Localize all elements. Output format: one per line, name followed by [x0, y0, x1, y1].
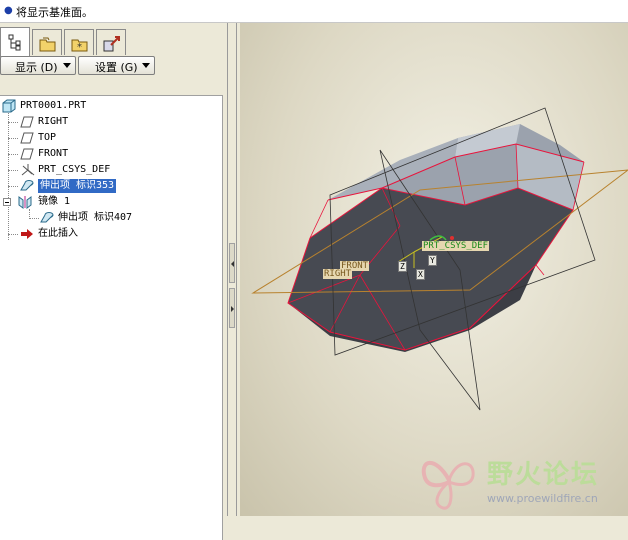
display-dropdown-label: 显示 (D): [15, 61, 58, 74]
tree-connector: [8, 122, 18, 123]
watermark-url: www.proewildfire.cn: [487, 492, 598, 505]
display-dropdown[interactable]: 显示 (D): [0, 56, 76, 75]
tree-item-label: 伸出项 标识353: [38, 179, 117, 193]
tree-connector: [8, 186, 18, 187]
navigator-pane: * 显示 (D) 设置 (G) PRT0001.PRT RIGHT TOP FR…: [0, 23, 224, 540]
tree-item-label: RIGHT: [38, 116, 69, 127]
watermark-title: 野火论坛: [487, 460, 600, 490]
datum-plane-icon: [20, 132, 34, 144]
chevron-down-icon: [63, 63, 71, 68]
settings-dropdown-label: 设置 (G): [95, 61, 138, 74]
tree-connector: [8, 138, 18, 139]
model-tree: PRT0001.PRT RIGHT TOP FRONT PRT_CSYS_DEF: [0, 95, 223, 540]
splitter-line: [236, 23, 237, 516]
csys-label: PRT_CSYS_DEF: [422, 241, 490, 251]
axis-x-label: X: [416, 269, 425, 280]
connections-icon: [103, 36, 120, 52]
collapse-left-button[interactable]: [229, 243, 235, 283]
datum-plane-icon: [20, 148, 34, 160]
graphics-viewport[interactable]: PRT_CSYS_DEF FRONT RIGHT Z X Y 野火论坛 www.…: [240, 23, 628, 516]
tab-favorites[interactable]: *: [64, 29, 94, 55]
info-bullet-icon: ●: [4, 5, 13, 16]
tree-connector: [29, 218, 39, 219]
extrude-feature-icon: [40, 212, 54, 223]
butterfly-logo-icon: [421, 460, 475, 510]
tree-connector: [8, 170, 18, 171]
tree-connector: [8, 110, 9, 240]
message-bar: ● 将显示基准面。: [0, 0, 628, 23]
chevron-right-icon: [231, 306, 234, 312]
tree-item-label: FRONT: [38, 148, 69, 159]
extrude-feature-icon: [20, 180, 34, 191]
settings-dropdown[interactable]: 设置 (G): [78, 56, 155, 75]
tree-connector: [8, 234, 18, 235]
tree-toolbar: 显示 (D) 设置 (G): [0, 56, 224, 76]
navigator-tabs: *: [0, 27, 224, 57]
pane-splitter[interactable]: [224, 23, 240, 516]
tree-item-label: 在此插入: [38, 228, 78, 239]
splitter-line: [227, 23, 228, 516]
model-view[interactable]: [240, 23, 628, 516]
chevron-down-icon: [142, 63, 150, 68]
collapse-toggle-icon[interactable]: [3, 198, 11, 206]
tab-connections[interactable]: [96, 29, 126, 55]
model-tree-icon: [8, 34, 21, 51]
folder-icon: [39, 37, 56, 52]
datum-plane-icon: [20, 116, 34, 128]
site-watermark: 野火论坛 www.proewildfire.cn: [415, 448, 628, 516]
chevron-left-icon: [231, 261, 234, 267]
tree-item-label: 镜像 1: [38, 196, 71, 207]
coordinate-system-icon: [21, 164, 35, 176]
message-text: 将显示基准面。: [16, 6, 93, 19]
svg-text:*: *: [77, 42, 82, 53]
axis-y-label: Y: [428, 255, 437, 266]
favorites-folder-icon: *: [71, 39, 88, 53]
mirror-feature-icon: [18, 196, 32, 209]
tab-model-tree[interactable]: [0, 27, 30, 57]
insert-arrow-icon: [21, 229, 33, 239]
tree-item-label: PRT_CSYS_DEF: [38, 164, 111, 175]
part-icon: [2, 99, 16, 113]
tree-connector: [8, 154, 18, 155]
tree-item-label: 伸出项 标识407: [58, 212, 133, 223]
tab-folder-browser[interactable]: [32, 29, 62, 55]
tree-item-label: TOP: [38, 132, 57, 143]
expand-right-button[interactable]: [229, 288, 235, 328]
tree-root-label: PRT0001.PRT: [20, 100, 87, 111]
right-plane-label: RIGHT: [323, 269, 353, 279]
axis-z-label: Z: [398, 261, 407, 272]
